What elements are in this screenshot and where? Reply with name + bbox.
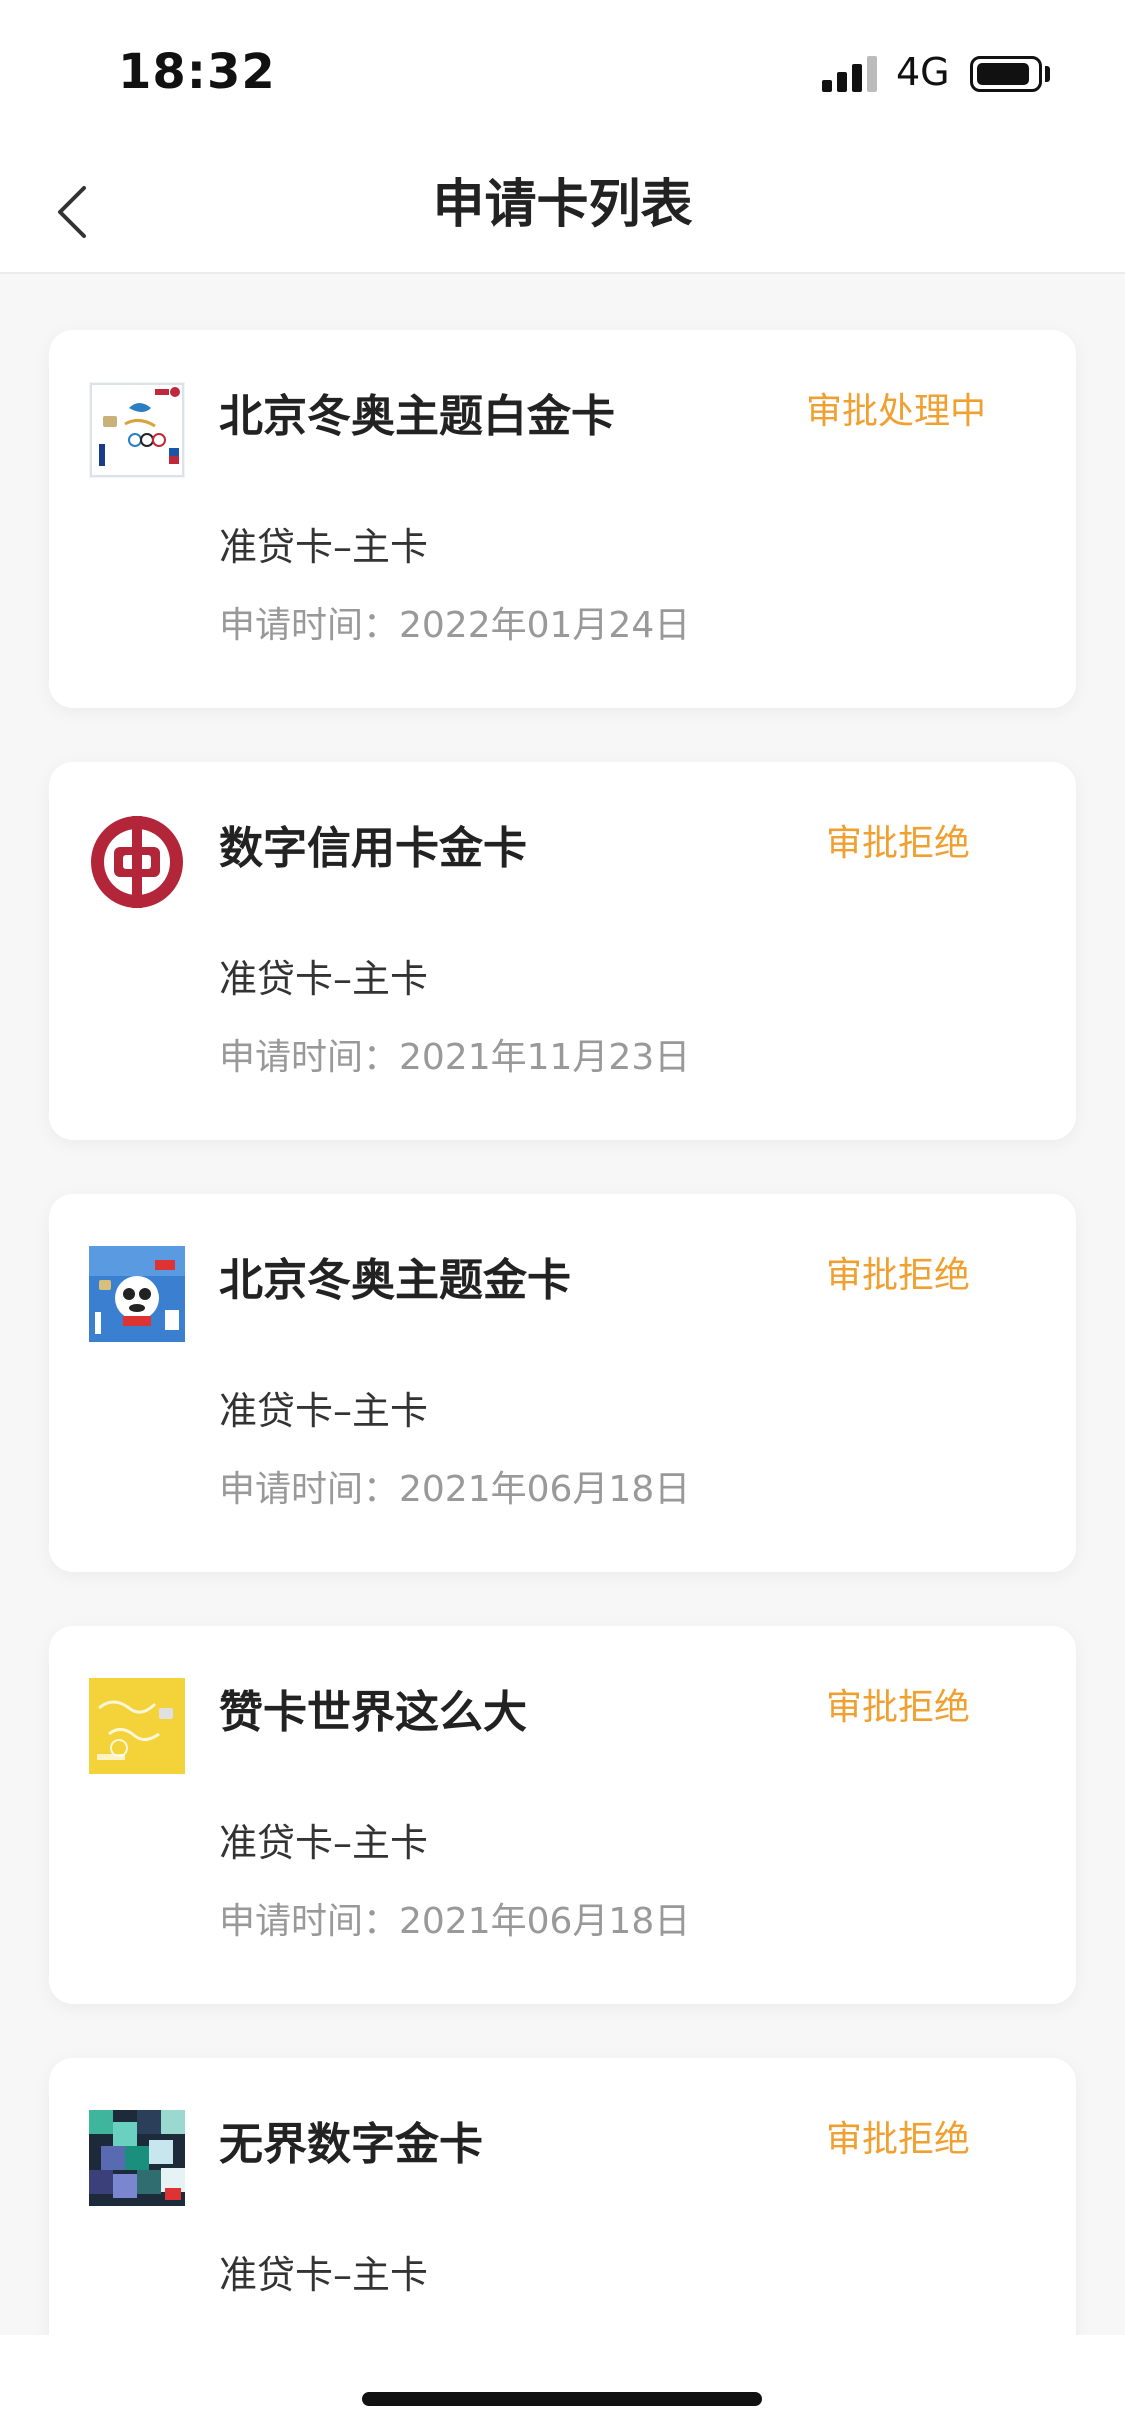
- status-time: 18:32: [118, 44, 276, 100]
- card-item[interactable]: 北京冬奥主题白金卡 审批处理中 准贷卡–主卡 申请时间：2022年01月24日: [49, 330, 1076, 708]
- apply-date: 申请时间：2021年11月23日: [219, 1037, 691, 1078]
- card-thumbnail: [89, 382, 185, 478]
- card-name: 无界数字金卡: [219, 2119, 483, 2170]
- status-badge: 审批拒绝: [825, 1687, 970, 1728]
- card-item[interactable]: 赞卡世界这么大 审批拒绝 准贷卡–主卡 申请时间：2021年06月18日: [49, 1626, 1076, 2004]
- apply-date: 申请时间：2021年06月18日: [219, 1469, 691, 1510]
- pixel-card-image: [89, 2110, 185, 2206]
- battery-icon: [970, 56, 1042, 92]
- status-badge: 审批拒绝: [825, 823, 970, 864]
- status-badge: 审批拒绝: [825, 2119, 970, 2160]
- white-card-image: [89, 382, 185, 478]
- bank-of-china-logo: [91, 816, 183, 908]
- card-name: 数字信用卡金卡: [219, 823, 527, 874]
- apply-date: 申请时间：2022年01月24日: [219, 605, 691, 646]
- yellow-card-image: [89, 1678, 185, 1774]
- card-thumbnail: [89, 2110, 185, 2206]
- screen: 18:32 4G 申请卡列表 北京冬奥主题白金卡 审批处理中 准贷卡–主卡 申请…: [0, 0, 1125, 2435]
- card-thumbnail: [89, 814, 185, 910]
- card-type: 准贷卡–主卡: [219, 957, 429, 1001]
- apply-date: 申请时间：2021年06月18日: [219, 1901, 691, 1942]
- card-item[interactable]: 北京冬奥主题金卡 审批拒绝 准贷卡–主卡 申请时间：2021年06月18日: [49, 1194, 1076, 1572]
- card-name: 北京冬奥主题金卡: [219, 1255, 571, 1306]
- card-name: 北京冬奥主题白金卡: [219, 391, 615, 442]
- card-thumbnail: [89, 1678, 185, 1774]
- signal-icon: [822, 56, 878, 92]
- blue-card-image: [89, 1246, 185, 1342]
- card-type: 准贷卡–主卡: [219, 1821, 429, 1865]
- card-type: 准贷卡–主卡: [219, 525, 429, 569]
- network-label: 4G: [896, 50, 950, 94]
- bottom-safe-area: [0, 2335, 1125, 2435]
- status-bar: 18:32 4G: [0, 0, 1125, 150]
- status-badge: 审批拒绝: [825, 1255, 970, 1296]
- card-type: 准贷卡–主卡: [219, 1389, 429, 1433]
- battery-tip: [1045, 66, 1050, 82]
- nav-bar: 申请卡列表: [0, 150, 1125, 274]
- status-badge: 审批处理中: [805, 391, 986, 432]
- card-name: 赞卡世界这么大: [219, 1687, 527, 1738]
- home-indicator[interactable]: [362, 2392, 762, 2406]
- card-thumbnail: [89, 1246, 185, 1342]
- page-title: 申请卡列表: [432, 175, 693, 235]
- card-type: 准贷卡–主卡: [219, 2253, 429, 2297]
- card-item[interactable]: 数字信用卡金卡 审批拒绝 准贷卡–主卡 申请时间：2021年11月23日: [49, 762, 1076, 1140]
